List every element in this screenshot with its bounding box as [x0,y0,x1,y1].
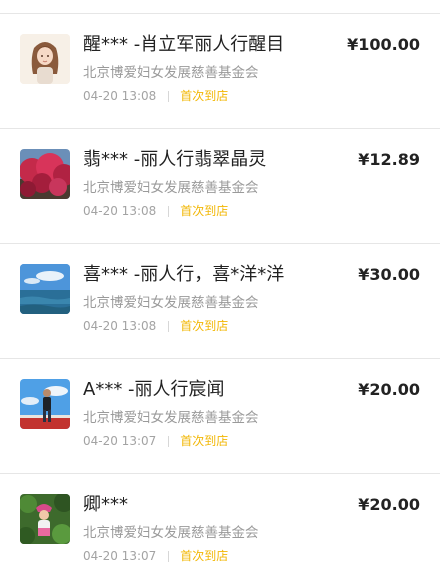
first-visit-tag: 首次到店 [180,549,229,563]
avatar-girl-garden-icon [20,494,70,544]
donation-meta: 04-20 13:08 首次到店 [83,203,228,219]
donor-name: 醒*** -肖立军丽人行醒目 [83,34,285,55]
donation-meta: 04-20 13:08 首次到店 [83,318,228,334]
organization-name: 北京博爱妇女发展慈善基金会 [83,180,259,196]
avatar [20,379,70,429]
avatar [20,494,70,544]
organization-name: 北京博爱妇女发展慈善基金会 [83,65,259,81]
avatar [20,149,70,199]
avatar [20,34,70,84]
donation-time: 04-20 13:08 [83,89,157,103]
donation-row[interactable]: 喜*** -丽人行，喜*洋*洋 ¥30.00 北京博爱妇女发展慈善基金会 04-… [0,244,440,358]
organization-name: 北京博爱妇女发展慈善基金会 [83,295,259,311]
donation-time: 04-20 13:07 [83,549,157,563]
donor-name: 喜*** -丽人行，喜*洋*洋 [83,264,285,285]
first-visit-tag: 首次到店 [180,319,229,333]
donation-time: 04-20 13:08 [83,319,157,333]
meta-separator [168,320,170,332]
first-visit-tag: 首次到店 [180,204,229,218]
meta-separator [168,205,170,217]
donor-name: 卿*** [83,494,128,515]
first-visit-tag: 首次到店 [180,89,229,103]
donation-amount: ¥100.00 [347,35,420,54]
donation-row[interactable]: 翡*** -丽人行翡翠晶灵 ¥12.89 北京博爱妇女发展慈善基金会 04-20… [0,129,440,243]
organization-name: 北京博爱妇女发展慈善基金会 [83,525,259,541]
avatar-red-foliage-icon [20,149,70,199]
meta-separator [168,90,170,102]
donation-amount: ¥20.00 [358,495,420,514]
donation-amount: ¥30.00 [358,265,420,284]
meta-separator [168,435,170,447]
avatar [20,264,70,314]
donor-name: A*** -丽人行宸闻 [83,379,225,400]
avatar-illustrated-girl-icon [20,34,70,84]
donation-meta: 04-20 13:07 首次到店 [83,548,228,564]
donation-meta: 04-20 13:07 首次到店 [83,433,228,449]
avatar-man-outdoors-icon [20,379,70,429]
donation-row[interactable]: 醒*** -肖立军丽人行醒目 ¥100.00 北京博爱妇女发展慈善基金会 04-… [0,14,440,128]
avatar-sea-sky-icon [20,264,70,314]
donor-name: 翡*** -丽人行翡翠晶灵 [83,149,267,170]
donation-time: 04-20 13:08 [83,204,157,218]
donation-meta: 04-20 13:08 首次到店 [83,88,228,104]
meta-separator [168,550,170,562]
donation-row[interactable]: A*** -丽人行宸闻 ¥20.00 北京博爱妇女发展慈善基金会 04-20 1… [0,359,440,473]
donation-amount: ¥20.00 [358,380,420,399]
donation-time: 04-20 13:07 [83,434,157,448]
organization-name: 北京博爱妇女发展慈善基金会 [83,410,259,426]
donation-amount: ¥12.89 [358,150,420,169]
first-visit-tag: 首次到店 [180,434,229,448]
